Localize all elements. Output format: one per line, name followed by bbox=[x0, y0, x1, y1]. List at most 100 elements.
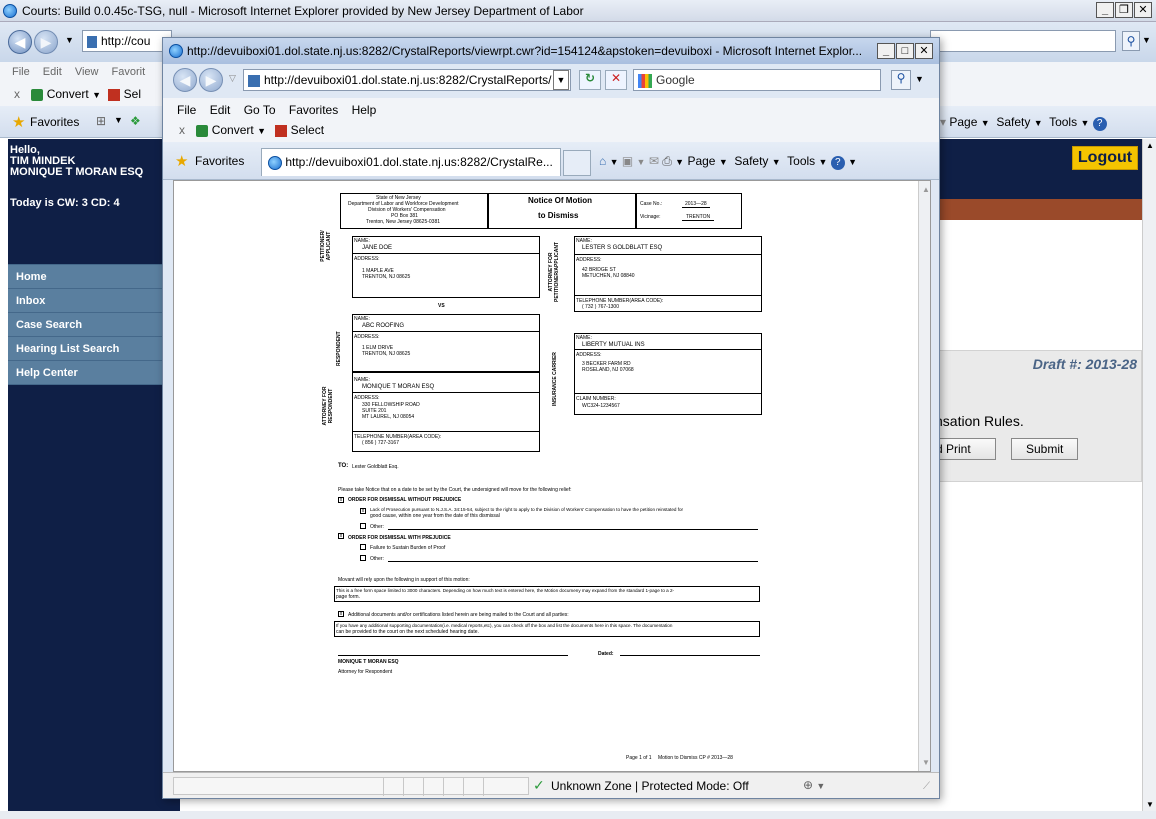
popup-convert-button[interactable]: Convert bbox=[212, 123, 254, 137]
logout-button[interactable]: Logout bbox=[1072, 146, 1138, 170]
print-button[interactable]: d Print bbox=[935, 438, 996, 460]
close-toolbar-icon[interactable]: x bbox=[14, 87, 20, 101]
status-segments bbox=[173, 777, 529, 796]
zoom-icon[interactable]: ⊕ ▼ bbox=[803, 778, 825, 792]
back-button[interactable]: ◀ bbox=[8, 30, 32, 54]
quick-tabs-icon[interactable]: ⊞ bbox=[96, 114, 106, 128]
menu-view[interactable]: View bbox=[75, 66, 99, 78]
doc-order2-opt1: Failure to Sustain Burden of Proof bbox=[370, 545, 446, 551]
popup-close-toolbar-icon[interactable]: x bbox=[179, 123, 185, 137]
popup-tab[interactable]: http://devuiboxi01.dol.state.nj.us:8282/… bbox=[261, 148, 561, 176]
popup-safety-menu[interactable]: Safety bbox=[734, 154, 768, 168]
submit-button[interactable]: Submit bbox=[1011, 438, 1079, 460]
resize-grip-icon[interactable]: ⟋ bbox=[923, 781, 930, 792]
tab-list-icon[interactable]: ▼ bbox=[114, 115, 123, 125]
favorites-button[interactable]: Favorites bbox=[30, 115, 79, 129]
nav-inbox[interactable]: Inbox bbox=[8, 289, 180, 313]
popup-search-options-icon[interactable]: ▼ bbox=[915, 74, 924, 84]
popup-forward-button[interactable]: ▶ bbox=[199, 68, 223, 92]
address-dropdown-icon[interactable]: ▼ bbox=[553, 70, 569, 90]
popup-close-button[interactable]: ✕ bbox=[915, 43, 933, 59]
popup-back-button[interactable]: ◀ bbox=[173, 68, 197, 92]
doc-respondent-address-label: ADDRESS: bbox=[354, 334, 380, 340]
popup-help-icon[interactable]: ? bbox=[830, 156, 845, 170]
select-button[interactable]: Sel bbox=[124, 87, 141, 101]
forward-button[interactable]: ▶ bbox=[34, 30, 58, 54]
restore-button[interactable]: ❐ bbox=[1115, 2, 1133, 18]
stop-icon[interactable]: ✕ bbox=[605, 70, 627, 90]
viewer-scroll-up-icon[interactable]: ▲ bbox=[922, 185, 930, 194]
doc-attorney-resp-name-label: NAME: bbox=[354, 377, 370, 383]
doc-movant: Movant will rely upon the following in s… bbox=[338, 577, 470, 583]
popup-tools-menu[interactable]: Tools bbox=[787, 154, 815, 168]
popup-menu-edit[interactable]: Edit bbox=[210, 103, 231, 117]
safety-menu[interactable]: Safety bbox=[996, 115, 1030, 129]
search-options-icon[interactable]: ▼ bbox=[1142, 35, 1151, 45]
popup-search-box[interactable]: Google bbox=[633, 69, 881, 91]
mail-icon[interactable]: ✉ bbox=[649, 154, 659, 168]
popup-menu-help[interactable]: Help bbox=[352, 103, 377, 117]
doc-respondent-divider bbox=[352, 331, 540, 332]
popup-page-menu[interactable]: Page bbox=[687, 154, 715, 168]
outer-address-bar[interactable]: http://cou bbox=[82, 30, 172, 52]
outer-search-box[interactable] bbox=[930, 30, 1116, 52]
scroll-up-icon[interactable]: ▲ bbox=[1146, 141, 1154, 150]
nav-help-center[interactable]: Help Center bbox=[8, 361, 180, 385]
popup-address-bar[interactable]: http://devuiboxi01.dol.state.nj.us:8282/… bbox=[243, 69, 571, 91]
outer-window-controls: _ ❐ ✕ bbox=[1095, 2, 1152, 18]
doc-order1-other-line bbox=[388, 529, 758, 530]
close-button[interactable]: ✕ bbox=[1134, 2, 1152, 18]
home-icon[interactable]: ⌂ bbox=[599, 154, 606, 168]
convert-button[interactable]: Convert bbox=[47, 87, 89, 101]
feeds-icon[interactable]: ▣ bbox=[622, 154, 633, 168]
viewer-scrollbar[interactable]: ▲ ▼ bbox=[918, 181, 930, 771]
scroll-down-icon[interactable]: ▼ bbox=[1146, 800, 1154, 809]
refresh-icon[interactable]: ↻ bbox=[579, 70, 601, 90]
popup-minimize-button[interactable]: _ bbox=[877, 43, 895, 59]
popup-menu-file[interactable]: File bbox=[177, 103, 196, 117]
page-icon bbox=[87, 35, 97, 48]
print-icon[interactable]: ⎙ bbox=[662, 154, 672, 168]
doc-attorney-pet-side: ATTORNEY FOR PETITIONER/APPLICANT bbox=[548, 242, 560, 303]
doc-carrier-divider2 bbox=[574, 393, 762, 394]
doc-order2-checkbox: x bbox=[338, 533, 344, 539]
menu-file[interactable]: File bbox=[12, 66, 30, 78]
doc-petitioner-side: PETITIONER/ APPLICANT bbox=[320, 230, 332, 262]
zone-status[interactable]: Unknown Zone | Protected Mode: Off bbox=[551, 779, 749, 793]
outer-scrollbar[interactable]: ▲ ▼ bbox=[1142, 139, 1156, 811]
minimize-button[interactable]: _ bbox=[1096, 2, 1114, 18]
tools-menu[interactable]: Tools bbox=[1049, 115, 1077, 129]
menu-edit[interactable]: Edit bbox=[43, 66, 62, 78]
popup-select-icon bbox=[275, 124, 288, 137]
doc-attorney-resp-address-label: ADDRESS: bbox=[354, 395, 380, 401]
viewer-scroll-down-icon[interactable]: ▼ bbox=[922, 758, 930, 767]
popup-favorites-button[interactable]: Favorites bbox=[195, 154, 244, 168]
zone-check-icon: ✓ bbox=[533, 777, 545, 793]
page-menu[interactable]: Page bbox=[949, 115, 977, 129]
doc-order1-opt1b: good cause, within one year from the dat… bbox=[370, 513, 500, 519]
menu-favorites[interactable]: Favorit bbox=[112, 66, 146, 78]
new-tab-button[interactable] bbox=[563, 150, 591, 176]
popup-menu-favorites[interactable]: Favorites bbox=[289, 103, 338, 117]
popup-title: http://devuiboxi01.dol.state.nj.us:8282/… bbox=[187, 44, 863, 58]
popup-menu-goto[interactable]: Go To bbox=[244, 103, 276, 117]
convert-dropdown-icon[interactable]: ▼ bbox=[92, 90, 101, 100]
ie-logo-icon bbox=[3, 4, 17, 18]
popup-search-icon[interactable]: ⚲ bbox=[891, 70, 911, 90]
nav-case-search[interactable]: Case Search bbox=[8, 313, 180, 337]
doc-order2-other-checkbox bbox=[360, 555, 366, 561]
popup-convert-dropdown-icon[interactable]: ▼ bbox=[257, 126, 266, 136]
help-icon[interactable]: ? bbox=[1092, 117, 1107, 131]
search-icon[interactable]: ⚲ bbox=[1122, 31, 1140, 51]
popup-history-icon[interactable]: ▽ bbox=[229, 73, 236, 84]
nav-home[interactable]: Home bbox=[8, 265, 180, 289]
doc-order2: ORDER FOR DISMISSAL WITH PREJUDICE bbox=[348, 535, 451, 541]
feeds-icon[interactable]: ▾ bbox=[940, 115, 949, 129]
popup-title-bar: http://devuiboxi01.dol.state.nj.us:8282/… bbox=[163, 38, 939, 64]
popup-maximize-button[interactable]: □ bbox=[896, 43, 914, 59]
nav-hearing-list-search[interactable]: Hearing List Search bbox=[8, 337, 180, 361]
doc-footer-id: Motion to Dismiss CP # 2013—28 bbox=[658, 755, 733, 761]
doc-claim-label: CLAIM NUMBER: bbox=[576, 396, 616, 402]
popup-select-button[interactable]: Select bbox=[291, 123, 324, 137]
history-dropdown-icon[interactable]: ▼ bbox=[65, 35, 74, 45]
